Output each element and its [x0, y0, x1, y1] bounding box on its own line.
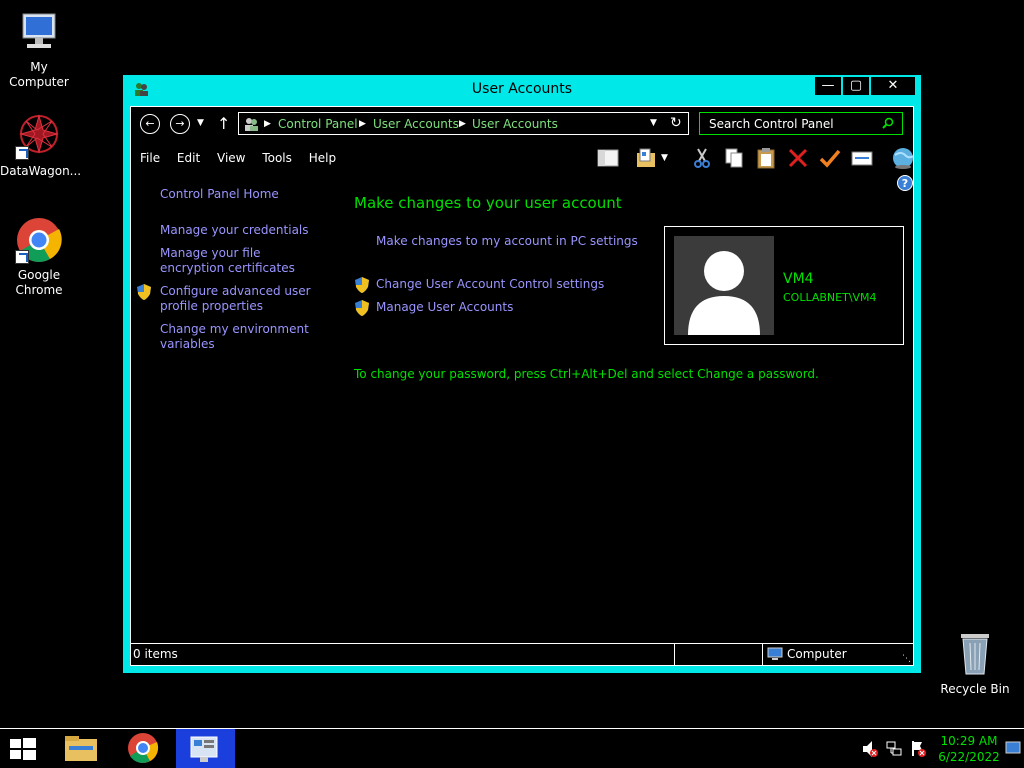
page-heading: Make changes to your user account: [354, 194, 622, 212]
search-icon[interactable]: [882, 117, 894, 132]
menu-help[interactable]: Help: [309, 151, 336, 165]
uac-shield-icon: [355, 300, 369, 316]
globe-icon[interactable]: [891, 147, 915, 169]
action-center-icon[interactable]: [910, 740, 926, 758]
status-location: Computer: [787, 647, 847, 661]
layout-pane-icon[interactable]: [597, 147, 619, 169]
uac-settings-link[interactable]: Change User Account Control settings: [376, 277, 604, 291]
breadcrumb-user-accounts-current[interactable]: User Accounts: [472, 117, 558, 131]
computer-icon: [15, 8, 63, 56]
chrome-taskbar-button[interactable]: [118, 729, 168, 768]
properties-check-icon[interactable]: [819, 147, 841, 169]
resize-grip-icon[interactable]: ⋱: [902, 654, 911, 664]
shortcut-arrow-icon: [15, 250, 29, 264]
maximize-button[interactable]: ▢: [843, 77, 869, 95]
volume-muted-icon[interactable]: [862, 740, 878, 758]
help-icon[interactable]: ?: [897, 175, 913, 191]
search-placeholder: Search Control Panel: [709, 117, 834, 131]
window-title: User Accounts: [471, 81, 573, 97]
breadcrumb-user-accounts[interactable]: User Accounts: [373, 117, 459, 131]
recycle-bin-icon: [951, 630, 999, 678]
control-panel-taskbar-button[interactable]: [176, 729, 235, 768]
uac-shield-icon: [137, 284, 151, 300]
password-change-note: To change your password, press Ctrl+Alt+…: [354, 367, 819, 381]
desktop-icon-google-chrome[interactable]: Google Chrome: [0, 216, 78, 298]
cut-icon[interactable]: [691, 147, 713, 169]
clock-date: 6/22/2022: [938, 750, 1000, 764]
menu-view[interactable]: View: [217, 151, 245, 165]
delete-icon[interactable]: [787, 147, 809, 169]
refresh-icon[interactable]: ↻: [670, 115, 682, 131]
clock-time: 10:29 AM: [940, 734, 998, 748]
user-name: VM4: [783, 271, 814, 287]
taskbar: 10:29 AM 6/22/2022: [0, 728, 1024, 768]
copy-icon[interactable]: [723, 147, 745, 169]
desktop-icon-label: DataWagon...: [0, 164, 82, 178]
email-icon[interactable]: [851, 147, 873, 169]
system-clock[interactable]: 10:29 AM 6/22/2022: [936, 733, 1002, 765]
control-panel-icon: [243, 116, 259, 132]
user-account-tile: VM4 COLLABNET\VM4: [664, 226, 904, 345]
item-count: 0 items: [133, 647, 178, 661]
desktop-icon-recycle-bin[interactable]: Recycle Bin: [936, 630, 1014, 697]
datawagon-icon: [15, 112, 63, 160]
paste-icon[interactable]: [755, 147, 777, 169]
computer-icon: [767, 647, 783, 661]
file-explorer-taskbar-button[interactable]: [56, 729, 106, 768]
desktop-icon-label: My Computer: [9, 60, 69, 89]
breadcrumb-control-panel[interactable]: Control Panel: [278, 117, 358, 131]
user-avatar: [674, 236, 774, 335]
status-bar: 0 items Computer ⋱: [131, 643, 913, 666]
menu-bar: File Edit View Tools Help: [140, 151, 349, 165]
folder-views-icon[interactable]: [635, 147, 657, 169]
start-button[interactable]: [8, 737, 38, 761]
chrome-icon: [15, 216, 63, 264]
address-bar[interactable]: ▶ Control Panel ▶ User Accounts ▶ User A…: [238, 112, 689, 135]
address-dropdown-icon[interactable]: ▼: [650, 118, 657, 128]
control-panel-home-link[interactable]: Control Panel Home: [160, 187, 279, 202]
user-accounts-window: User Accounts — ▢ ✕ ← → ▼ ↑ ▶ Control Pa…: [123, 75, 921, 673]
user-domain: COLLABNET\VM4: [783, 291, 877, 304]
desktop-icon-label: Google Chrome: [15, 268, 63, 297]
desktop-icon-label: Recycle Bin: [940, 682, 1010, 696]
advanced-profile-properties-link[interactable]: Configure advanced user profile properti…: [160, 284, 320, 314]
manage-encryption-certificates-link[interactable]: Manage your file encryption certificates: [160, 246, 320, 276]
menu-edit[interactable]: Edit: [177, 151, 200, 165]
minimize-button[interactable]: —: [815, 77, 841, 95]
desktop-icon-my-computer[interactable]: My Computer: [0, 8, 78, 90]
menu-tools[interactable]: Tools: [262, 151, 292, 165]
network-icon[interactable]: [886, 740, 902, 758]
title-bar[interactable]: User Accounts — ▢ ✕: [123, 75, 921, 103]
up-level-button[interactable]: ↑: [217, 114, 230, 133]
menu-file[interactable]: File: [140, 151, 160, 165]
desktop-icon-datawagon[interactable]: DataWagon...: [0, 112, 82, 179]
forward-button[interactable]: →: [170, 114, 190, 134]
close-button[interactable]: ✕: [871, 77, 915, 95]
show-desktop-icon[interactable]: [1005, 741, 1021, 755]
address-row: ← → ▼ ↑ ▶ Control Panel ▶ User Accounts …: [131, 107, 913, 141]
window-content: ← → ▼ ↑ ▶ Control Panel ▶ User Accounts …: [130, 106, 914, 666]
manage-credentials-link[interactable]: Manage your credentials: [160, 223, 309, 238]
back-button[interactable]: ←: [140, 114, 160, 134]
views-dropdown-icon[interactable]: ▼: [661, 153, 668, 163]
environment-variables-link[interactable]: Change my environment variables: [160, 322, 320, 352]
search-input[interactable]: Search Control Panel: [699, 112, 903, 135]
uac-shield-icon: [355, 277, 369, 293]
shortcut-arrow-icon: [15, 146, 29, 160]
manage-user-accounts-link[interactable]: Manage User Accounts: [376, 300, 513, 314]
recent-locations-icon[interactable]: ▼: [197, 118, 204, 128]
pc-settings-link[interactable]: Make changes to my account in PC setting…: [376, 234, 638, 248]
